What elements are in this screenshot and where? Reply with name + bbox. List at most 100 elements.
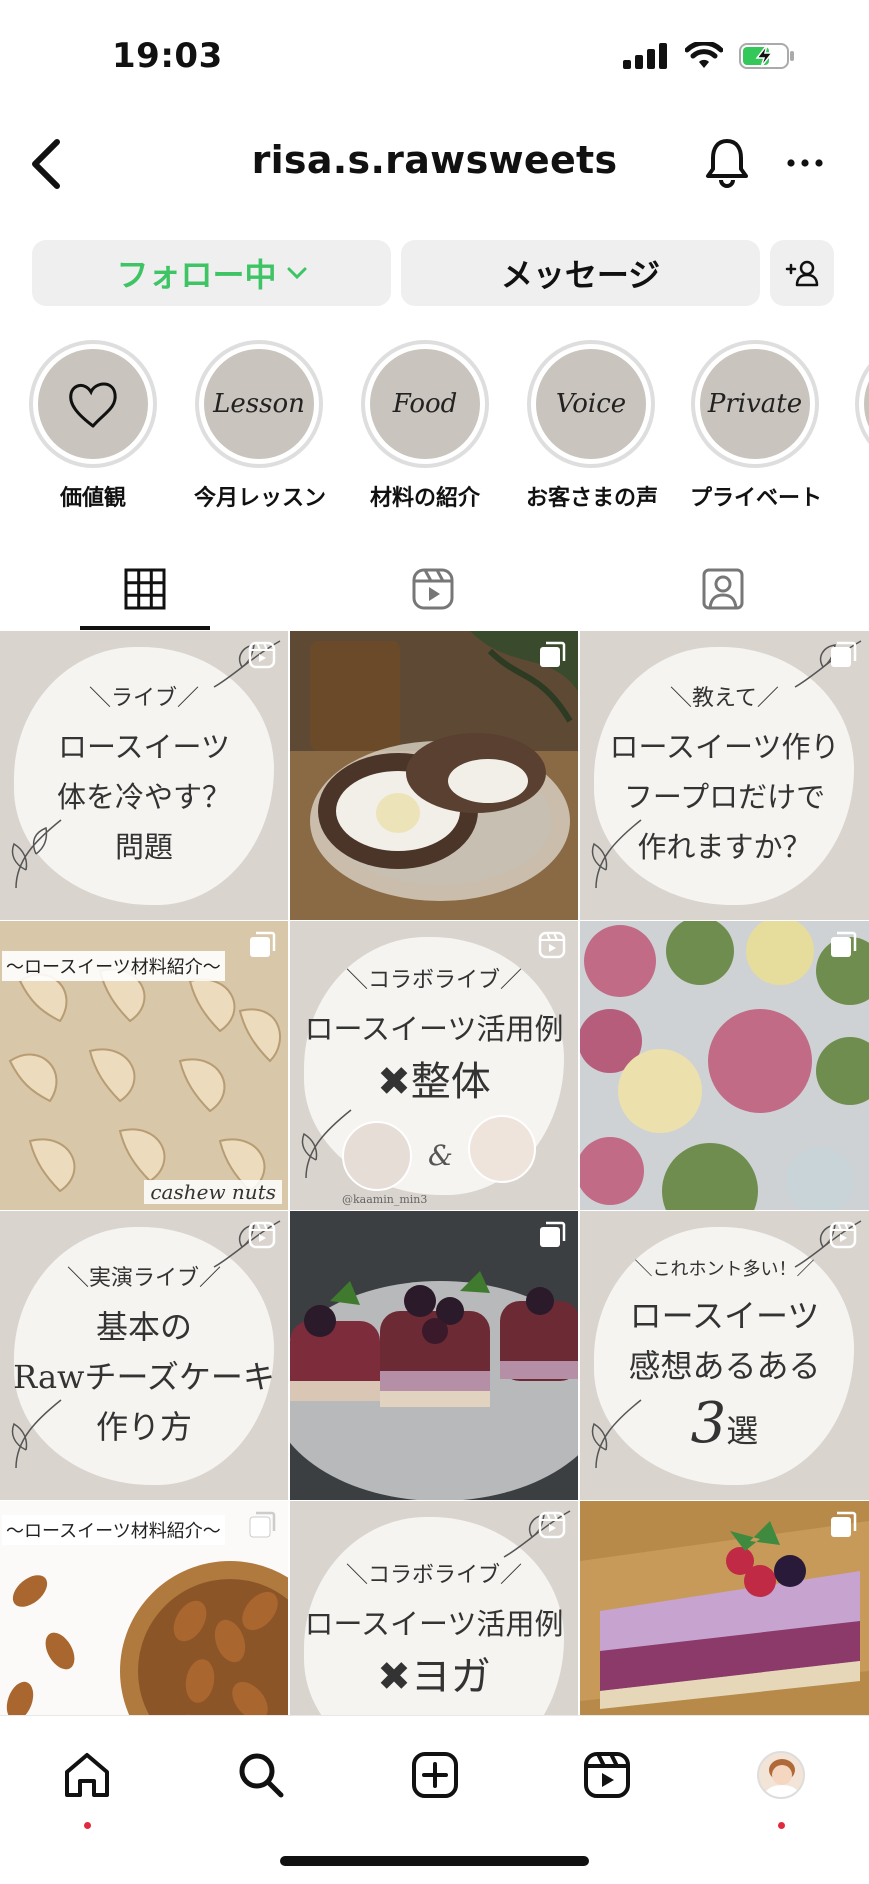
highlight-cover-text: Lesson (204, 349, 314, 459)
reel-badge-icon (538, 1511, 566, 1539)
post-cashew-nuts[interactable]: 〜ロースイーツ材料紹介〜 cashew nuts (0, 921, 288, 1210)
suggest-users-button[interactable] (770, 240, 834, 306)
multiple-photos-icon (831, 931, 857, 957)
home-indicator (280, 1856, 589, 1866)
highlight-label: プライベート (690, 486, 823, 510)
highlight-lesson[interactable]: Lesson 今月レッスン (194, 340, 327, 510)
search-icon (239, 1753, 284, 1798)
post-chocolate-roll-photo[interactable] (290, 631, 578, 920)
plus-square-icon (412, 1752, 458, 1798)
notifications-button[interactable] (704, 136, 754, 192)
highlight-cover: Lesson (195, 340, 323, 468)
post-impressions-top3[interactable]: ＼これホント多い！／ ロースイーツ 感想あるある 3選 (580, 1211, 869, 1500)
reels-icon (584, 1752, 630, 1798)
reel-badge-icon (538, 931, 566, 959)
highlight-food[interactable]: Food 材料の紹介 (360, 340, 490, 510)
grid-icon (124, 568, 166, 610)
highlight-cover-text: Food (370, 349, 480, 459)
post-caption-overlay: cashew nuts (144, 1180, 282, 1204)
profile-tabs (0, 548, 869, 630)
following-button[interactable]: フォロー中 (32, 240, 391, 306)
highlight-private[interactable]: Private プライベート (690, 340, 823, 510)
highlight-voice[interactable]: Voice お客さまの声 (526, 340, 659, 510)
profile-header: risa.s.rawsweets (0, 120, 869, 206)
post-title: ＼コラボライブ／ ロースイーツ活用例 ✖︎ヨガ (304, 1562, 564, 1700)
reels-icon (412, 568, 454, 610)
profile-actions: フォロー中 メッセージ (32, 240, 834, 306)
multiple-photos-icon (831, 641, 857, 667)
highlight-cover (855, 340, 869, 468)
post-title: ＼ライブ／ ロースイーツ 体を冷やす？ 問題 (56, 685, 231, 864)
post-live-raw-cheesecake[interactable]: ＼実演ライブ／ 基本の Rawチーズケーキ 作り方 (0, 1211, 288, 1500)
flower-sweets-photo (580, 921, 869, 1210)
nav-search[interactable] (226, 1740, 296, 1810)
post-collab-live-seitai[interactable]: ＼コラボライブ／ ロースイーツ活用例 ✖︎整体 & @kaamin_min3 (290, 921, 578, 1210)
highlight-values[interactable]: 価値観 (28, 340, 158, 510)
highlight-cover: Private (691, 340, 819, 468)
post-berry-tarts-photo[interactable] (290, 1211, 578, 1500)
heart-icon (69, 382, 117, 428)
active-tab-indicator (80, 626, 210, 630)
multiple-photos-icon (540, 1221, 566, 1247)
post-teach-food-processor[interactable]: ＼教えて／ ロースイーツ作り フープロだけで 作れますか？ (580, 631, 869, 920)
status-icons (623, 42, 795, 70)
multiple-photos-icon (249, 1511, 276, 1538)
highlight-cover: Food (361, 340, 489, 468)
collab-credit: @kaamin_min3 (342, 1193, 428, 1206)
following-label: フォロー中 (116, 256, 277, 294)
battery-charging-icon (739, 43, 794, 69)
tab-tagged[interactable] (658, 548, 788, 630)
nav-profile[interactable] (746, 1740, 816, 1810)
tab-reels[interactable] (368, 548, 498, 630)
highlight-cover: Voice (527, 340, 655, 468)
post-berry-cake-photo[interactable] (580, 1501, 869, 1715)
post-title: ＼コラボライブ／ ロースイーツ活用例 ✖︎整体 (304, 967, 564, 1105)
signal-icon (623, 43, 667, 69)
more-options-button[interactable] (780, 138, 830, 188)
multiple-photos-icon (250, 931, 276, 957)
highlight-label: お客さまの声 (526, 486, 659, 510)
status-time: 19:03 (112, 36, 223, 76)
reel-badge-icon (248, 1221, 276, 1249)
message-button[interactable]: メッセージ (401, 240, 760, 306)
highlight-cover-text: Voice (536, 349, 646, 459)
collab-avatar (342, 1121, 412, 1191)
highlight-label: 価値観 (59, 486, 126, 510)
tab-grid[interactable] (80, 548, 210, 630)
highlight-cover-text: Private (700, 349, 810, 459)
berry-cake-photo (580, 1501, 869, 1715)
berry-tarts-photo (290, 1211, 578, 1500)
post-caption-overlay: 〜ロースイーツ材料紹介〜 (2, 1515, 225, 1545)
highlight-label: 今月レッスン (194, 486, 327, 510)
profile-avatar-icon (757, 1751, 805, 1799)
post-title: ＼これホント多い！／ ロースイーツ 感想あるある 3選 (628, 1259, 821, 1456)
message-label: メッセージ (500, 256, 661, 294)
post-collab-live-yoga[interactable]: ＼コラボライブ／ ロースイーツ活用例 ✖︎ヨガ (290, 1501, 578, 1715)
highlight-label: 材料の紹介 (369, 486, 480, 510)
post-almonds[interactable]: 〜ロースイーツ材料紹介〜 (0, 1501, 288, 1715)
status-bar: 19:03 (0, 0, 869, 110)
post-title: ＼実演ライブ／ 基本の Rawチーズケーキ 作り方 (13, 1265, 275, 1446)
post-caption-overlay: 〜ロースイーツ材料紹介〜 (2, 951, 225, 981)
posts-grid: ＼ライブ／ ロースイーツ 体を冷やす？ 問題 ＼教えて／ ロースイーツ作り フー… (0, 631, 869, 1715)
reel-badge-icon (248, 641, 276, 669)
story-highlights: 価値観 Lesson 今月レッスン Food 材料の紹介 Voice お客さまの… (0, 340, 869, 510)
multiple-photos-icon (831, 1511, 857, 1537)
tagged-user-icon (702, 568, 744, 610)
nav-reels[interactable] (572, 1740, 642, 1810)
home-notification-dot (84, 1822, 91, 1829)
post-flower-sweets-photo[interactable] (580, 921, 869, 1210)
home-icon (65, 1753, 109, 1797)
nav-home[interactable] (52, 1740, 122, 1810)
more-horizontal-icon (787, 159, 823, 167)
post-live-raw-sweets-cold[interactable]: ＼ライブ／ ロースイーツ 体を冷やす？ 問題 (0, 631, 288, 920)
collab-avatar (468, 1115, 536, 1183)
add-person-icon (785, 260, 819, 287)
wifi-icon (685, 42, 723, 68)
profile-notification-dot (778, 1822, 785, 1829)
post-title: ＼教えて／ ロースイーツ作り フープロだけで 作れますか？ (609, 685, 840, 864)
bell-icon (706, 139, 748, 188)
collab-ampersand: & (428, 1139, 453, 1172)
highlight-next[interactable] (854, 340, 869, 468)
nav-create[interactable] (400, 1740, 470, 1810)
